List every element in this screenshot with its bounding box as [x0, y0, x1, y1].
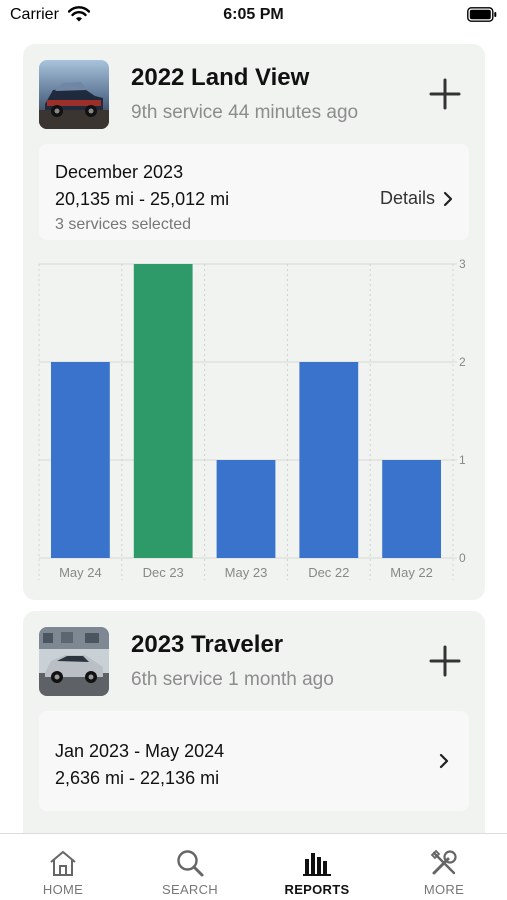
vehicle-name: 2023 Traveler: [131, 631, 284, 658]
chevron-right-icon: [443, 191, 453, 206]
battery-icon: [467, 7, 497, 22]
chart-bar[interactable]: [133, 264, 193, 558]
services-selected-count: 3 services selected: [55, 216, 192, 233]
tab-label: HOME: [42, 882, 84, 897]
tab-reports[interactable]: REPORTS: [254, 834, 380, 900]
x-tick-label: Dec 22: [308, 565, 349, 580]
status-bar: Carrier 6:05 PM: [0, 0, 507, 32]
add-service-button[interactable]: [429, 78, 461, 110]
add-service-button[interactable]: [429, 645, 461, 677]
vehicle-photo: [39, 627, 109, 696]
y-tick-label: 3: [459, 257, 466, 271]
tab-bar: HOME SEARCH REPORTS MORE: [0, 833, 507, 900]
chart-bar[interactable]: [51, 362, 110, 558]
details-button[interactable]: Details: [380, 188, 453, 209]
vehicle-photo: [39, 60, 109, 129]
y-tick-label: 1: [459, 453, 466, 467]
y-tick-label: 2: [459, 355, 466, 369]
tab-home[interactable]: HOME: [0, 834, 126, 900]
status-time: 6:05 PM: [223, 6, 284, 23]
tab-label: REPORTS: [284, 882, 350, 897]
y-tick-label: 0: [459, 551, 466, 565]
vehicle-card[interactable]: 2022 Land View 9th service 44 minutes ag…: [23, 44, 485, 600]
chevron-right-icon[interactable]: [439, 753, 449, 769]
home-icon: [50, 851, 76, 876]
reports-icon: [303, 853, 331, 876]
report-period-summary[interactable]: Jan 2023 - May 2024 2,636 mi - 22,136 mi: [39, 711, 469, 811]
period-label: Jan 2023 - May 2024: [55, 741, 225, 761]
tab-search[interactable]: SEARCH: [127, 834, 253, 900]
x-tick-label: May 23: [225, 565, 268, 580]
report-period-summary[interactable]: December 2023 20,135 mi - 25,012 mi 3 se…: [39, 144, 469, 240]
chart-bar[interactable]: [299, 362, 359, 558]
service-count-chart[interactable]: 0 1 2 3 May 24 Dec 23 May 23 Dec 22 May 22: [23, 254, 485, 584]
x-tick-label: May 24: [59, 565, 102, 580]
vehicle-card[interactable]: 2023 Traveler 6th service 1 month ago Ja…: [23, 611, 485, 851]
period-label: December 2023: [55, 162, 184, 182]
details-label: Details: [379, 188, 435, 208]
tab-label: SEARCH: [162, 882, 218, 897]
vehicle-name: 2022 Land View: [131, 64, 310, 91]
chart-bar[interactable]: [382, 460, 441, 558]
last-service-text: 6th service 1 month ago: [131, 669, 334, 690]
tab-more[interactable]: MORE: [381, 834, 507, 900]
x-tick-label: May 22: [390, 565, 433, 580]
mileage-range: 20,135 mi - 25,012 mi: [55, 189, 230, 209]
tab-label: MORE: [423, 882, 465, 897]
mileage-range: 2,636 mi - 22,136 mi: [55, 768, 220, 788]
tools-icon: [430, 849, 457, 875]
search-icon: [177, 850, 204, 877]
chart-bar[interactable]: [216, 460, 276, 558]
x-tick-label: Dec 23: [143, 565, 184, 580]
last-service-text: 9th service 44 minutes ago: [131, 102, 359, 123]
